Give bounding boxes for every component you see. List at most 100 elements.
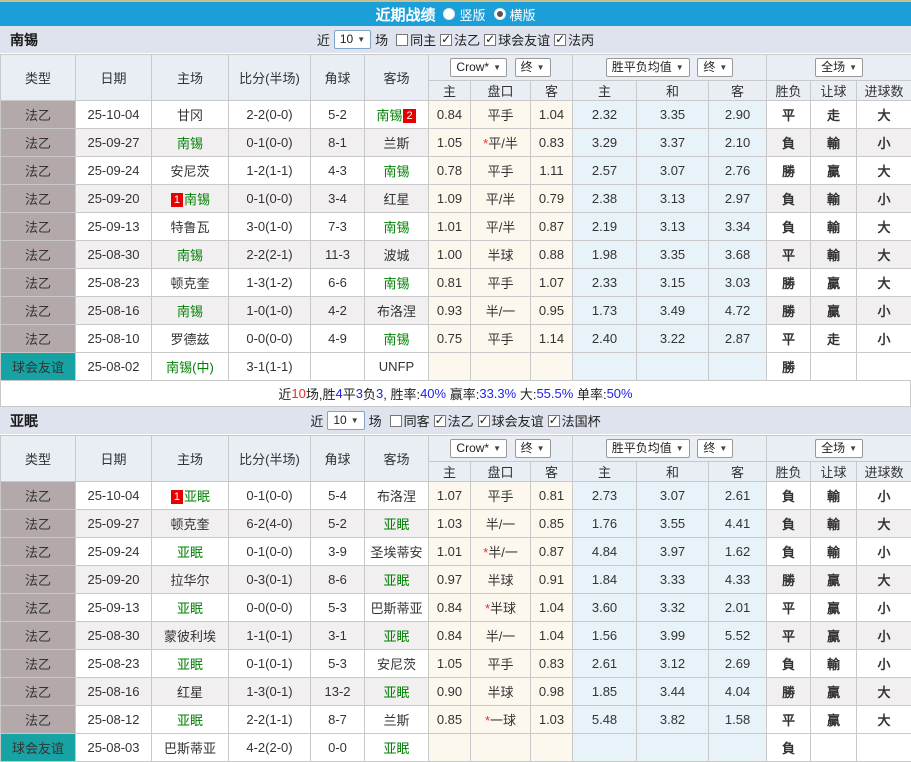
cell-odds: 2.40 (573, 325, 637, 353)
cell-corners: 3-4 (311, 185, 365, 213)
cell-odds: 4.72 (709, 297, 767, 325)
cell-match-type: 法乙 (1, 297, 76, 325)
cell-home-team: 顿克奎 (152, 510, 229, 538)
cell-wdl-result: 平 (767, 594, 811, 622)
team-text: 巴斯蒂亚 (370, 601, 422, 616)
match-count-select[interactable]: 10 ▼ (334, 30, 371, 49)
col-header-away: 客场 (365, 55, 429, 101)
cell-score: 1-2(1-1) (229, 157, 311, 185)
handicap-group-header: Crow*▼ 终▼ (429, 55, 573, 81)
team-text: 蒙彼利埃 (164, 629, 216, 644)
filter-checkbox[interactable]: 球会友谊 (478, 411, 544, 430)
cell-goals-result: 大 (857, 510, 911, 538)
team-text: 安尼茨 (377, 657, 416, 672)
chevron-down-icon: ▼ (676, 60, 684, 75)
cell-date: 25-09-24 (76, 538, 152, 566)
team-text: 顿克奎 (170, 276, 209, 291)
full-match-select[interactable]: 全场▼ (815, 439, 863, 458)
filter-checkbox[interactable]: 同客 (390, 411, 430, 430)
cell-wdl-result: 勝 (767, 297, 811, 325)
cell-odds: 2.01 (709, 594, 767, 622)
cell-odds (531, 734, 573, 762)
bookmaker-select[interactable]: Crow*▼ (450, 58, 507, 77)
filter-checkbox[interactable]: 球会友谊 (484, 30, 550, 49)
page-title: 近期战绩 (375, 4, 435, 25)
cell-handicap-result: 輸 (811, 129, 857, 157)
cell-odds: 1.56 (573, 622, 637, 650)
cell-odds: 2.90 (709, 101, 767, 129)
table-row: 法乙25-09-27顿克奎6-2(4-0)5-2亚眠1.03半/一0.851.7… (1, 510, 911, 538)
bookmaker-select[interactable]: Crow*▼ (450, 439, 507, 458)
filter-checkbox[interactable]: 法乙 (434, 411, 474, 430)
team-text: 兰斯 (383, 713, 409, 728)
cell-corners: 5-2 (311, 101, 365, 129)
filter-checkbox[interactable]: 法国杯 (548, 411, 601, 430)
full-match-select[interactable]: 全场▼ (815, 58, 863, 77)
cell-handicap-result: 輸 (811, 650, 857, 678)
cell-match-type: 法乙 (1, 566, 76, 594)
col-header-handicap: 盘口 (471, 462, 531, 482)
cell-odds: 1.11 (531, 157, 573, 185)
table-row: 法乙25-10-04甘冈2-2(0-0)5-2南锡20.84平手1.042.32… (1, 101, 911, 129)
cell-wdl-result: 負 (767, 538, 811, 566)
cell-odds: 1.03 (531, 706, 573, 734)
cell-date: 25-08-10 (76, 325, 152, 353)
col-header-type: 类型 (1, 436, 76, 482)
cell-odds: 2.76 (709, 157, 767, 185)
filter-checkbox-label: 同主 (410, 30, 436, 49)
avg-odds-select[interactable]: 胜平负均值▼ (606, 439, 690, 458)
radio-unchecked-icon (443, 8, 455, 20)
summary-segment: , 胜率: (383, 384, 420, 403)
final-odds-select2[interactable]: 终▼ (697, 439, 733, 458)
cell-date: 25-08-02 (76, 353, 152, 381)
avg-odds-select[interactable]: 胜平负均值▼ (606, 58, 690, 77)
cell-match-type: 法乙 (1, 269, 76, 297)
cell-odds: 1.01 (429, 213, 471, 241)
cell-odds: 2.33 (573, 269, 637, 297)
cell-goals-result (857, 353, 911, 381)
chevron-down-icon: ▼ (676, 441, 684, 456)
col-header-odds-away: 客 (531, 81, 573, 101)
cell-match-type: 法乙 (1, 157, 76, 185)
cell-odds: 1.03 (429, 510, 471, 538)
cell-odds: 1.09 (429, 185, 471, 213)
cell-handicap: 平手 (471, 482, 531, 510)
final-odds-select2[interactable]: 终▼ (697, 58, 733, 77)
layout-radio-vertical[interactable]: 竖版 (443, 5, 485, 24)
filter-checkbox[interactable]: 同主 (396, 30, 436, 49)
team-text: 亚眠 (177, 657, 203, 672)
filter-checkbox[interactable]: 法丙 (554, 30, 594, 49)
layout-radio-horizontal[interactable]: 横版 (494, 5, 536, 24)
chevron-down-icon: ▼ (351, 413, 359, 428)
cell-handicap-result: 贏 (811, 706, 857, 734)
cell-match-type: 法乙 (1, 510, 76, 538)
filter-checkbox-label: 球会友谊 (498, 30, 550, 49)
summary-segment: 4 (336, 386, 343, 401)
table-row: 法乙25-09-13特鲁瓦3-0(1-0)7-3南锡1.01平/半0.872.1… (1, 213, 911, 241)
cell-away-team: 布洛涅 (365, 482, 429, 510)
cell-odds: 2.73 (573, 482, 637, 510)
cell-odds: 5.52 (709, 622, 767, 650)
team-text: 亚眠 (383, 573, 409, 588)
cell-odds: 3.49 (637, 297, 709, 325)
cell-handicap: 平手 (471, 269, 531, 297)
filter-checkbox[interactable]: 法乙 (440, 30, 480, 49)
section-header: 南锡 近 10 ▼ 场 同主法乙球会友谊法丙 (0, 26, 911, 54)
section-amiens: 亚眠 近 10 ▼ 场 同客法乙球会友谊法国杯 类型 日期 主场 比分(半场) … (0, 407, 911, 762)
match-count-select[interactable]: 10 ▼ (327, 411, 364, 430)
col-header-eu-away: 客 (709, 81, 767, 101)
cell-odds: 2.10 (709, 129, 767, 157)
final-odds-select[interactable]: 终▼ (515, 58, 551, 77)
cell-date: 25-10-04 (76, 482, 152, 510)
team-text: 甘冈 (177, 108, 203, 123)
cell-odds (429, 734, 471, 762)
table-row: 球会友谊25-08-03巴斯蒂亚4-2(2-0)0-0亚眠負 (1, 734, 911, 762)
cell-odds: 5.48 (573, 706, 637, 734)
full-match-select-value: 全场 (821, 441, 845, 456)
cell-date: 25-08-30 (76, 241, 152, 269)
cell-odds: 2.38 (573, 185, 637, 213)
cell-score: 1-3(0-1) (229, 678, 311, 706)
cell-odds: 3.07 (637, 482, 709, 510)
cell-odds: 3.99 (637, 622, 709, 650)
final-odds-select[interactable]: 终▼ (515, 439, 551, 458)
